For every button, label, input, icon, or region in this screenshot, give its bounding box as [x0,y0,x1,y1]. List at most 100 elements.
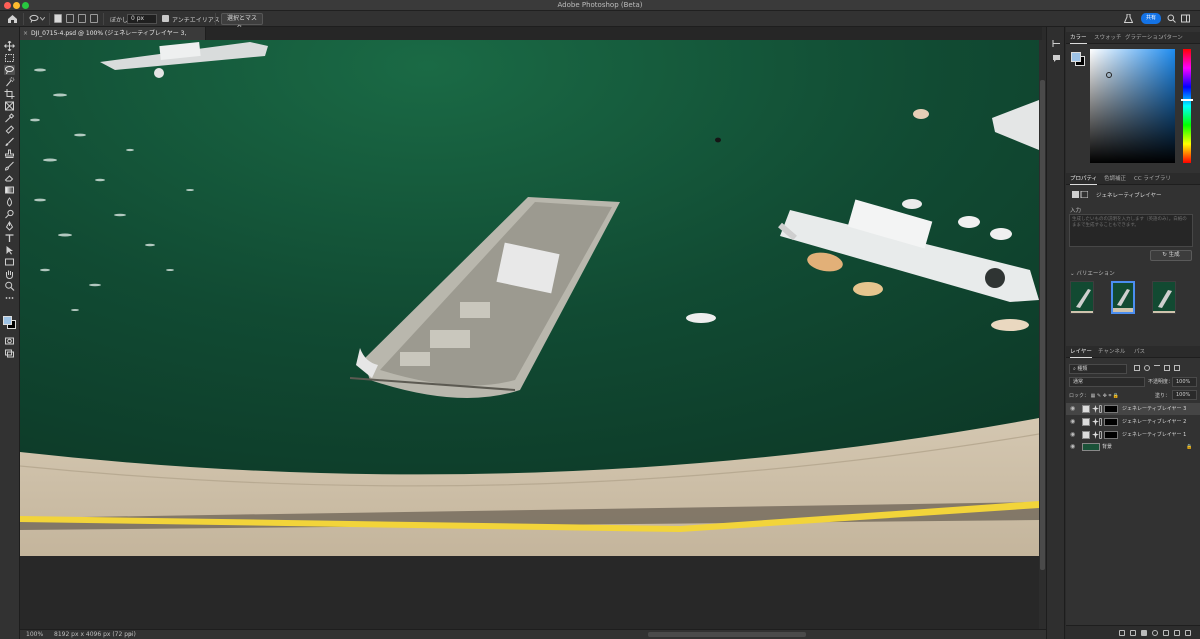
rectangle-tool-icon[interactable] [4,257,15,267]
hand-tool-icon[interactable] [4,269,15,279]
history-panel-icon[interactable] [1052,39,1061,48]
link-icon[interactable] [1099,418,1102,426]
lasso-tool-icon[interactable] [4,65,15,75]
layer-row-generative-1[interactable]: ◉ ジェネレーティブレイヤー 1 [1066,429,1200,441]
layer-row-generative-3[interactable]: ◉ ジェネレーティブレイヤー 3 [1066,403,1200,415]
filter-pixel-icon[interactable] [1134,365,1140,371]
color-picker-field[interactable] [1090,49,1175,163]
layer-name[interactable]: 背景 [1102,441,1112,453]
filter-type-icon[interactable] [1154,365,1160,371]
layer-mask-thumbnail[interactable] [1104,431,1118,439]
filter-shape-icon[interactable] [1164,365,1170,371]
more-tools-icon[interactable] [4,293,15,303]
crop-tool-icon[interactable] [4,89,15,99]
link-layers-icon[interactable] [1119,630,1125,636]
hue-slider-handle[interactable] [1181,99,1193,101]
layer-row-background[interactable]: ◉ 背景 🔒 [1066,441,1200,453]
tab-channels[interactable]: チャンネル [1098,346,1125,358]
path-selection-tool-icon[interactable] [4,245,15,255]
move-tool-icon[interactable] [4,41,15,51]
history-brush-tool-icon[interactable] [4,161,15,171]
vertical-scrollbar[interactable] [1039,40,1046,629]
new-selection-icon[interactable] [54,14,62,23]
prompt-input[interactable]: 生成したいものの説明を入力します（英語のみ）。白紙のままで生成することもできます… [1069,214,1193,247]
eye-icon[interactable]: ◉ [1070,403,1075,415]
workspace-icon[interactable] [1181,14,1190,23]
frame-tool-icon[interactable] [4,101,15,111]
layer-row-generative-2[interactable]: ◉ ジェネレーティブレイヤー 2 [1066,416,1200,428]
zoom-level[interactable]: 100% [26,631,43,638]
gradient-tool-icon[interactable] [4,185,15,195]
tab-layers[interactable]: レイヤー [1070,346,1092,358]
layer-name[interactable]: ジェネレーティブレイヤー 2 [1122,416,1186,428]
screen-mode-icon[interactable] [4,348,15,358]
antialias-checkbox[interactable] [162,15,169,22]
feather-input[interactable]: 0 px [127,14,157,24]
flask-icon[interactable] [1124,14,1133,23]
eraser-tool-icon[interactable] [4,173,15,183]
color-picker-cursor[interactable] [1106,72,1112,78]
tab-paths[interactable]: パス [1134,346,1145,358]
variation-thumbnail-1[interactable] [1070,281,1094,314]
blur-tool-icon[interactable] [4,197,15,207]
filter-adjustment-icon[interactable] [1144,365,1150,371]
document-tab[interactable]: × DJI_0715-4.psd @ 100% (ジェネレーティブレイヤー 3,… [20,27,206,50]
eye-icon[interactable]: ◉ [1070,441,1075,453]
layer-style-icon[interactable] [1130,630,1136,636]
filter-smart-object-icon[interactable] [1174,365,1180,371]
layer-mask-thumbnail[interactable] [1104,418,1118,426]
zoom-tool-icon[interactable] [4,281,15,291]
tab-gradients[interactable]: グラデーション [1125,32,1163,44]
layer-filter-select[interactable]: ⌕ 種類 [1069,364,1127,374]
foreground-color-swatch-top[interactable] [3,316,12,325]
chevron-down-icon[interactable] [40,17,45,21]
layer-mask-thumbnail[interactable] [1104,405,1118,413]
quick-mask-icon[interactable] [4,336,15,346]
intersect-selection-icon[interactable] [90,14,98,23]
link-icon[interactable] [1099,431,1102,439]
new-group-icon[interactable] [1163,630,1169,636]
search-icon[interactable] [1167,14,1176,23]
tab-properties[interactable]: プロパティ [1070,173,1098,185]
variation-thumbnail-3[interactable] [1152,281,1176,314]
select-and-mask-button[interactable]: 選択とマスク... [221,13,263,32]
lasso-icon[interactable] [29,14,39,23]
document-canvas[interactable] [20,40,1039,556]
lock-icons[interactable]: ▦ ✎ ✥ ⌗ 🔒 [1091,393,1120,399]
subtract-selection-icon[interactable] [78,14,86,23]
comments-panel-icon[interactable] [1052,54,1061,63]
eye-icon[interactable]: ◉ [1070,429,1075,441]
layer-name[interactable]: ジェネレーティブレイヤー 1 [1122,429,1186,441]
add-selection-icon[interactable] [66,14,74,23]
tab-adjustments[interactable]: 色調補正 [1104,173,1126,185]
eyedropper-tool-icon[interactable] [4,113,15,123]
marquee-tool-icon[interactable] [4,53,15,63]
tab-swatches[interactable]: スウォッチ [1094,32,1122,44]
share-button[interactable]: 共有 [1141,13,1161,24]
fill-input[interactable]: 100% [1172,390,1197,400]
home-icon[interactable] [7,14,18,24]
add-mask-icon[interactable] [1141,630,1147,636]
opacity-input[interactable]: 100% [1172,377,1197,387]
quick-selection-tool-icon[interactable] [4,77,15,87]
generate-button[interactable]: ↻ 生成 [1150,250,1192,261]
dodge-tool-icon[interactable] [4,209,15,219]
tab-patterns[interactable]: パターン [1161,32,1183,44]
pen-tool-icon[interactable] [4,221,15,231]
status-arrow-icon[interactable]: › [129,631,131,638]
tab-cc-libraries[interactable]: CC ライブラリ [1134,173,1171,185]
link-icon[interactable] [1099,405,1102,413]
new-layer-icon[interactable] [1174,630,1180,636]
eye-icon[interactable]: ◉ [1070,416,1075,428]
brush-tool-icon[interactable] [4,137,15,147]
close-tab-icon[interactable]: × [23,27,28,40]
hue-slider[interactable] [1181,49,1193,163]
horizontal-scroll-thumb[interactable] [648,632,806,637]
adjustment-layer-icon[interactable] [1152,630,1158,636]
healing-brush-tool-icon[interactable] [4,125,15,135]
scroll-thumb[interactable] [1040,80,1045,570]
variation-thumbnail-2[interactable] [1111,281,1135,314]
trash-icon[interactable] [1185,630,1191,636]
clone-stamp-tool-icon[interactable] [4,149,15,159]
layer-name[interactable]: ジェネレーティブレイヤー 3 [1122,403,1186,415]
